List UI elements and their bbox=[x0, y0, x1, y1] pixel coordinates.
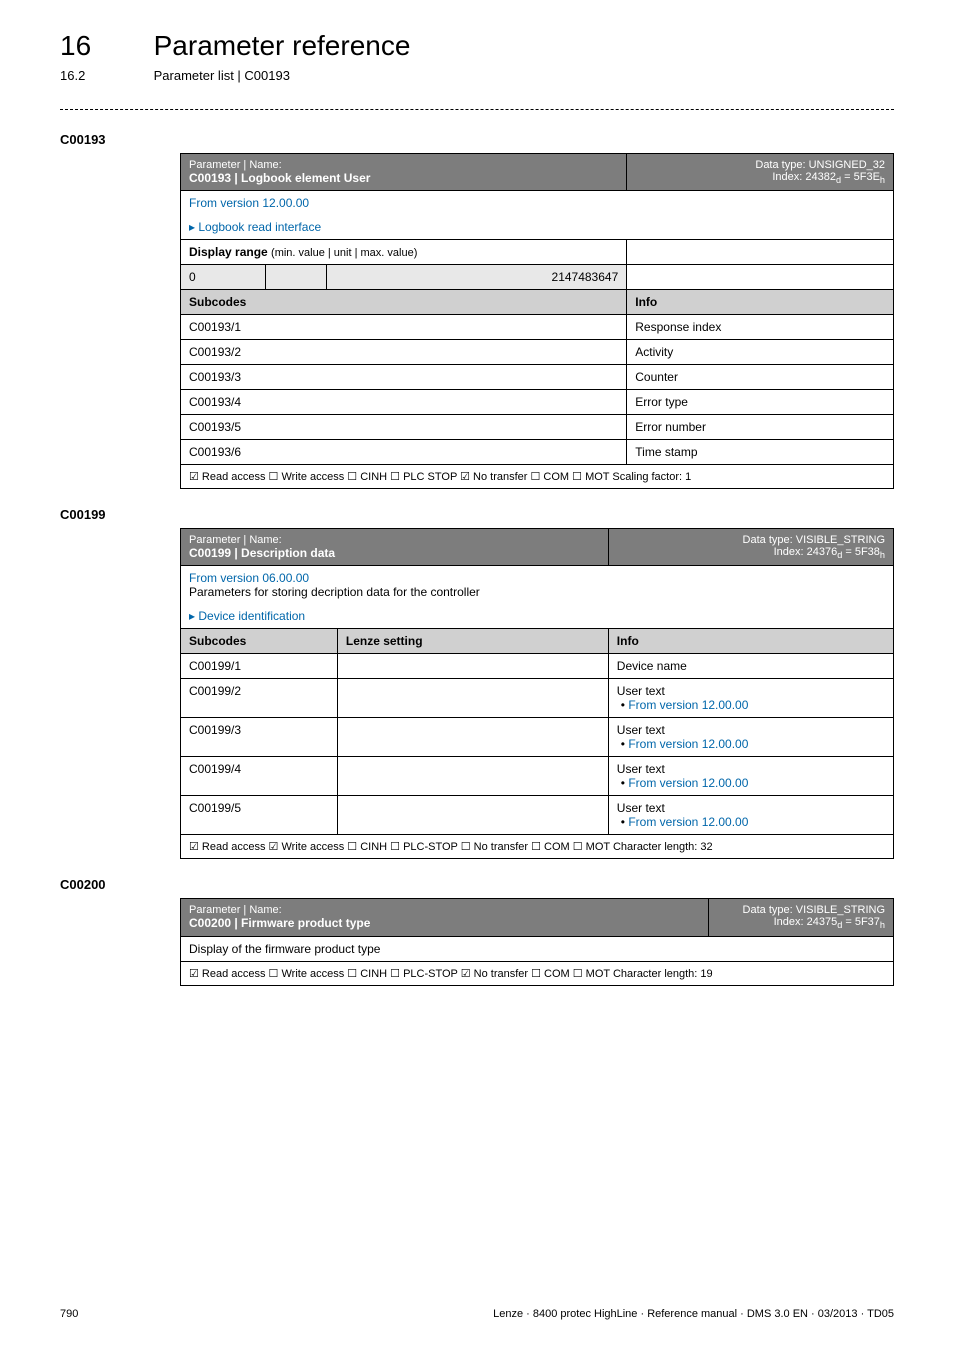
access-flags: ☑ Read access ☑ Write access ☐ CINH ☐ PL… bbox=[181, 835, 894, 859]
subcode: C00199/4 bbox=[181, 757, 338, 796]
param-description: Parameters for storing decription data f… bbox=[189, 585, 480, 599]
from-version-link[interactable]: From version 06.00.00 bbox=[189, 571, 309, 585]
param-datatype: Data type: VISIBLE_STRING bbox=[743, 904, 885, 916]
param-index: Index: 24376 bbox=[774, 546, 838, 558]
table-row: C00193/6Time stamp bbox=[181, 440, 894, 465]
table-row: C00193/4Error type bbox=[181, 390, 894, 415]
table-row: C00193/3Counter bbox=[181, 365, 894, 390]
subcode-info: Time stamp bbox=[627, 440, 894, 465]
param-datatype: Data type: VISIBLE_STRING bbox=[743, 534, 885, 546]
param-code-name: C00200 | Firmware product type bbox=[189, 916, 370, 930]
chapter-number: 16 bbox=[60, 30, 150, 62]
param-description: Display of the firmware product type bbox=[181, 936, 894, 961]
param-index: Index: 24382 bbox=[772, 171, 836, 183]
param-heading-c00200: C00200 bbox=[60, 877, 894, 892]
subcode: C00193/3 bbox=[181, 365, 627, 390]
subcode: C00199/3 bbox=[181, 718, 338, 757]
param-name-label: Parameter | Name: bbox=[189, 159, 282, 171]
page-number: 790 bbox=[60, 1308, 78, 1320]
subcode-info: Activity bbox=[627, 340, 894, 365]
table-row: C00199/5 User text• From version 12.00.0… bbox=[181, 796, 894, 835]
subcode-info: User text bbox=[617, 723, 665, 737]
range-max: 2147483647 bbox=[326, 265, 626, 290]
section-title: Parameter list | C00193 bbox=[154, 68, 290, 83]
param-table-c00199: Parameter | Name: C00199 | Description d… bbox=[180, 528, 894, 859]
from-version-link[interactable]: From version 12.00.00 bbox=[628, 815, 748, 829]
subcode-info: Error number bbox=[627, 415, 894, 440]
from-version-link[interactable]: From version 12.00.00 bbox=[189, 196, 309, 210]
chapter-title: Parameter reference bbox=[154, 30, 411, 62]
subcode-info: Error type bbox=[627, 390, 894, 415]
subcode: C00193/4 bbox=[181, 390, 627, 415]
table-row: C00193/5Error number bbox=[181, 415, 894, 440]
subcode: C00193/5 bbox=[181, 415, 627, 440]
range-min: 0 bbox=[181, 265, 266, 290]
param-heading-c00199: C00199 bbox=[60, 507, 894, 522]
divider bbox=[60, 109, 894, 110]
index-sub-h: h bbox=[880, 175, 885, 185]
from-version-link[interactable]: From version 12.00.00 bbox=[628, 737, 748, 751]
param-table-c00193: Parameter | Name: C00193 | Logbook eleme… bbox=[180, 153, 894, 489]
index-sub-h: h bbox=[880, 550, 885, 560]
page-footer: 790 Lenze · 8400 protec HighLine · Refer… bbox=[60, 1308, 894, 1320]
param-index: Index: 24375 bbox=[774, 916, 838, 928]
subcodes-header: Subcodes bbox=[181, 629, 338, 654]
subcode-info: Device name bbox=[617, 659, 687, 673]
subcode-info: Counter bbox=[627, 365, 894, 390]
param-datatype: Data type: UNSIGNED_32 bbox=[755, 159, 885, 171]
from-version-link[interactable]: From version 12.00.00 bbox=[628, 698, 748, 712]
info-header: Info bbox=[608, 629, 893, 654]
param-name-label: Parameter | Name: bbox=[189, 534, 282, 546]
lenze-setting-header: Lenze setting bbox=[337, 629, 608, 654]
table-row: C00199/3 User text• From version 12.00.0… bbox=[181, 718, 894, 757]
from-version-link[interactable]: From version 12.00.00 bbox=[628, 776, 748, 790]
display-range-sub: (min. value | unit | max. value) bbox=[271, 247, 417, 259]
subcode: C00199/1 bbox=[181, 654, 338, 679]
range-unit bbox=[265, 265, 326, 290]
subcode: C00193/6 bbox=[181, 440, 627, 465]
table-row: C00193/2Activity bbox=[181, 340, 894, 365]
display-range-label: Display range bbox=[189, 245, 271, 259]
subcode-info: User text bbox=[617, 684, 665, 698]
table-row: C00199/2 User text• From version 12.00.0… bbox=[181, 679, 894, 718]
subcodes-header: Subcodes bbox=[181, 290, 627, 315]
subcode: C00193/1 bbox=[181, 315, 627, 340]
subcode-info: Response index bbox=[627, 315, 894, 340]
device-id-link[interactable]: Device identification bbox=[189, 609, 305, 623]
info-header: Info bbox=[627, 290, 894, 315]
logbook-link[interactable]: Logbook read interface bbox=[189, 220, 321, 234]
table-row: C00193/1Response index bbox=[181, 315, 894, 340]
access-flags: ☑ Read access ☐ Write access ☐ CINH ☐ PL… bbox=[181, 465, 894, 489]
index-eq: = 5F38 bbox=[842, 546, 880, 558]
param-table-c00200: Parameter | Name: C00200 | Firmware prod… bbox=[180, 898, 894, 985]
subcode: C00199/2 bbox=[181, 679, 338, 718]
subcode-info: User text bbox=[617, 762, 665, 776]
subcode: C00199/5 bbox=[181, 796, 338, 835]
doc-reference: Lenze · 8400 protec HighLine · Reference… bbox=[493, 1308, 894, 1320]
index-sub-h: h bbox=[880, 921, 885, 931]
param-heading-c00193: C00193 bbox=[60, 132, 894, 147]
table-row: C00199/1 Device name bbox=[181, 654, 894, 679]
param-code-name: C00193 | Logbook element User bbox=[189, 171, 370, 185]
index-eq: = 5F37 bbox=[842, 916, 880, 928]
index-eq: = 5F3E bbox=[841, 171, 880, 183]
param-name-label: Parameter | Name: bbox=[189, 904, 282, 916]
section-number: 16.2 bbox=[60, 68, 150, 83]
access-flags: ☑ Read access ☐ Write access ☐ CINH ☐ PL… bbox=[181, 961, 894, 985]
param-code-name: C00199 | Description data bbox=[189, 546, 335, 560]
table-row: C00199/4 User text• From version 12.00.0… bbox=[181, 757, 894, 796]
subcode: C00193/2 bbox=[181, 340, 627, 365]
subcode-info: User text bbox=[617, 801, 665, 815]
